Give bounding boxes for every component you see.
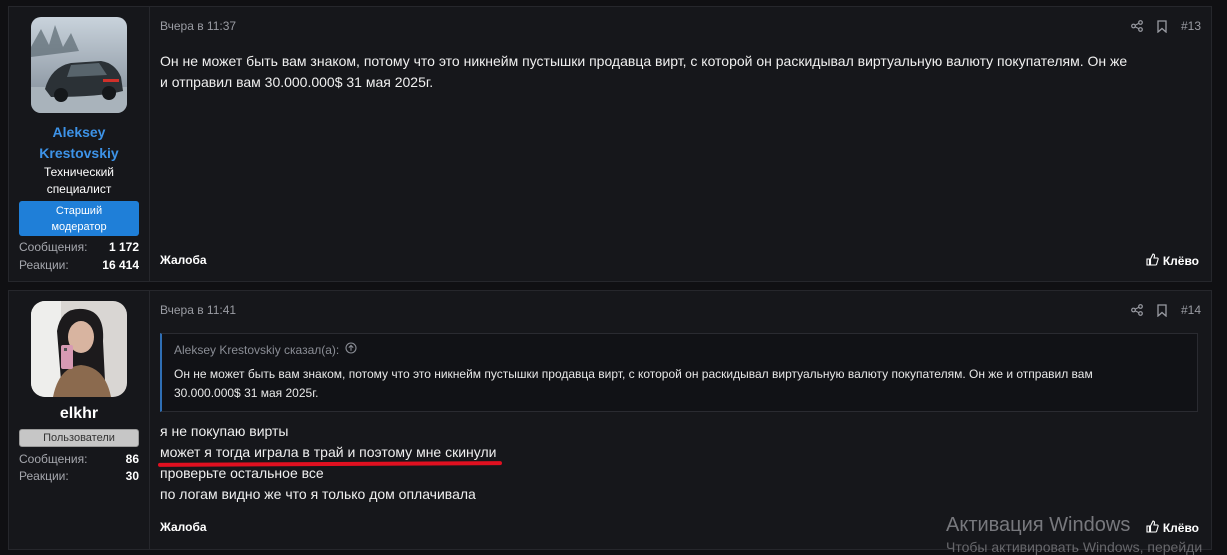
like-label: Клёво (1162, 254, 1199, 268)
share-icon[interactable] (1131, 304, 1143, 316)
body-line: я не покупаю вирты (160, 423, 289, 439)
avatar[interactable] (31, 17, 127, 113)
post-actions: #13 (1131, 18, 1201, 34)
stat-messages: Сообщения: 86 (19, 451, 139, 468)
report-link[interactable]: Жалоба (160, 253, 207, 267)
user-info: elkhr Пользователи Сообщения: 86 Реакции… (9, 291, 150, 549)
post-number[interactable]: #14 (1181, 303, 1201, 317)
user-info: Aleksey Krestovskiy Технический специали… (9, 7, 150, 281)
like-button[interactable]: Клёво (1146, 520, 1199, 536)
bookmark-icon[interactable] (1157, 19, 1167, 33)
body-line: проверьте остальное все (160, 465, 324, 481)
like-button[interactable]: Клёво (1146, 253, 1199, 269)
post-body: я не покупаю вирты может я тогда играла … (160, 421, 1199, 505)
stat-reactions: Реакции: 30 (19, 468, 139, 485)
stat-value: 16 414 (102, 258, 139, 272)
stat-label: Реакции: (19, 258, 69, 272)
body-line-highlighted: может я тогда играла в трай и поэтому мн… (160, 442, 496, 463)
stat-messages: Сообщения: 1 172 (19, 239, 139, 256)
windows-activation-watermark: Активация Windows (946, 514, 1131, 536)
quote-block: Aleksey Krestovskiy сказал(а): Он не мож… (160, 333, 1198, 412)
quote-header[interactable]: Aleksey Krestovskiy сказал(а): (174, 342, 357, 357)
stat-reactions: Реакции: 16 414 (19, 257, 139, 274)
stat-value: 1 172 (108, 240, 139, 254)
role-badge: Старший модератор (19, 201, 139, 236)
post-time[interactable]: Вчера в 11:37 (160, 19, 236, 33)
post-number[interactable]: #13 (1181, 19, 1201, 33)
stat-value: 86 (125, 452, 139, 466)
body-line: по логам видно же что я только дом оплач… (160, 486, 476, 502)
post-time[interactable]: Вчера в 11:41 (160, 303, 236, 317)
post-14: elkhr Пользователи Сообщения: 86 Реакции… (8, 290, 1212, 550)
quote-text: Он не может быть вам знаком, потому что … (174, 367, 1093, 400)
role-badge: Пользователи (19, 429, 139, 447)
quote-author[interactable]: Aleksey Krestovskiy сказал(а): (174, 343, 339, 357)
avatar[interactable] (31, 301, 127, 397)
post-13: Aleksey Krestovskiy Технический специали… (8, 6, 1212, 282)
stat-label: Сообщения: (19, 240, 88, 254)
stat-label: Реакции: (19, 469, 69, 483)
report-link[interactable]: Жалоба (160, 520, 207, 534)
like-label: Клёво (1162, 521, 1199, 535)
windows-activation-subtitle: Чтобы активировать Windows, перейди (946, 539, 1203, 555)
like-icon (1146, 520, 1159, 536)
username[interactable]: elkhr (9, 403, 149, 424)
quote-arrow-icon[interactable] (345, 342, 357, 357)
like-icon (1146, 253, 1159, 269)
username[interactable]: Aleksey Krestovskiy (9, 122, 149, 164)
post-actions: #14 (1131, 302, 1201, 318)
stat-value: 30 (125, 469, 139, 483)
stat-label: Сообщения: (19, 452, 88, 466)
user-title: Технический специалист (44, 165, 114, 196)
post-body: Он не может быть вам знаком, потому что … (160, 53, 1128, 90)
bookmark-icon[interactable] (1157, 303, 1167, 317)
share-icon[interactable] (1131, 20, 1143, 32)
